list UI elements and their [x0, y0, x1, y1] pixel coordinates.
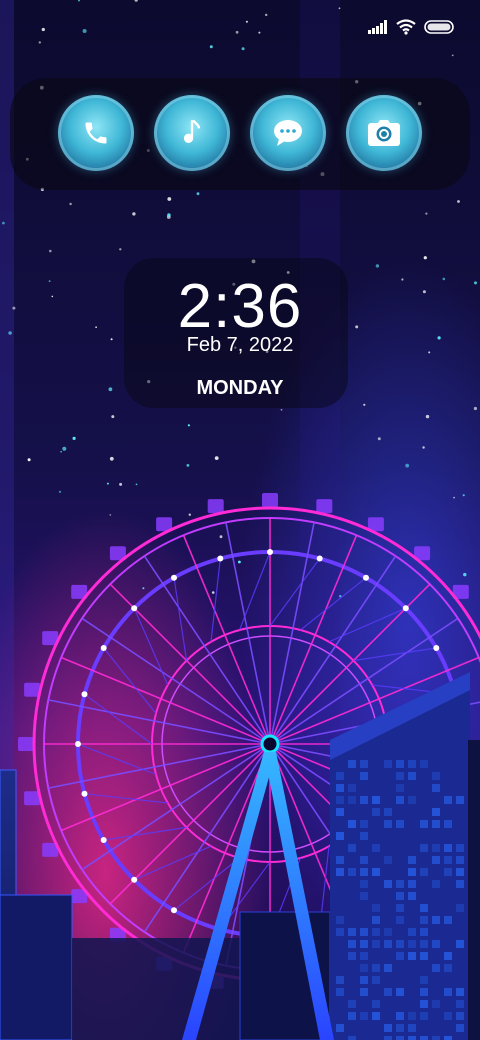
camera-app-button[interactable] [346, 95, 422, 171]
music-app-button[interactable] [154, 95, 230, 171]
phone-app-button[interactable] [58, 95, 134, 171]
status-bar [368, 12, 456, 42]
phone-icon [85, 122, 107, 144]
messages-app-button[interactable] [250, 95, 326, 171]
clock-date: Feb 7, 2022 [186, 334, 294, 356]
battery-icon [424, 20, 454, 34]
wifi-icon [396, 19, 416, 35]
clock-time: 2:36 [177, 272, 303, 341]
clock-day: MONDAY [196, 377, 284, 399]
camera-icon [368, 120, 400, 146]
music-note-icon [183, 119, 201, 143]
signal-icon [368, 20, 387, 34]
app-dock [10, 78, 470, 190]
chat-bubble-icon [274, 120, 302, 146]
